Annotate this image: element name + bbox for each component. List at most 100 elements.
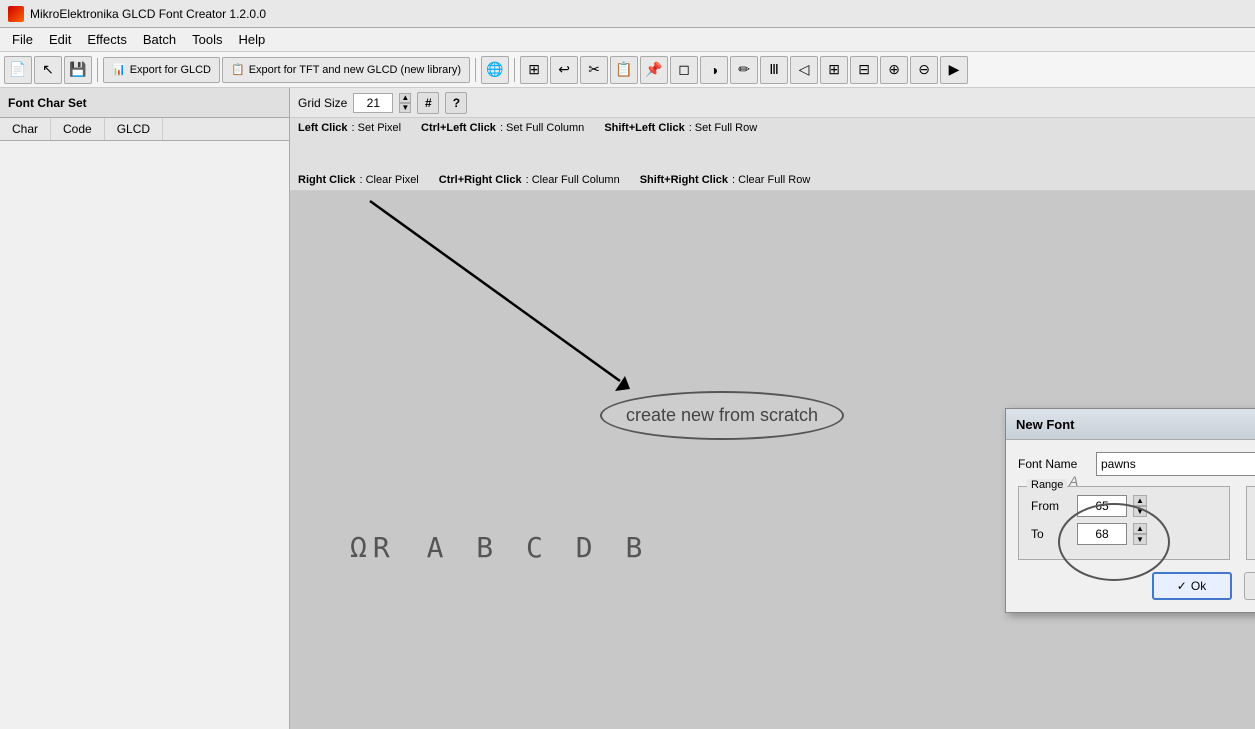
to-input[interactable] [1077, 523, 1127, 545]
shift-right-action: : Clear Full Row [732, 174, 810, 186]
grid-size-label: Grid Size [298, 96, 347, 110]
right-click-action: : Clear Pixel [359, 174, 418, 186]
undo-button[interactable]: ↩ [550, 56, 578, 84]
grid-spin-up[interactable]: ▲ [399, 93, 411, 103]
range-a-label: A [1069, 473, 1078, 489]
tool5-button[interactable]: ⊕ [880, 56, 908, 84]
tab-glcd[interactable]: GLCD [105, 118, 163, 140]
invert-button[interactable]: ◑ [700, 56, 728, 84]
font-size-group: Font Size Width ▲ ▼ Height [1246, 486, 1255, 560]
export-tft-icon: 📋 [231, 63, 245, 76]
char-c: C [526, 531, 549, 564]
right-click-label: Right Click [298, 174, 355, 186]
ok-check-icon: ✓ [1177, 579, 1187, 593]
menu-bar: File Edit Effects Batch Tools Help [0, 28, 1255, 52]
tab-code[interactable]: Code [51, 118, 105, 140]
eraser-button[interactable]: ◻ [670, 56, 698, 84]
save-button[interactable]: 💾 [64, 56, 92, 84]
dialog-title-bar: New Font × [1006, 409, 1255, 440]
cursor-button[interactable]: ↖ [34, 56, 62, 84]
grid-help-button[interactable]: ? [445, 92, 467, 114]
to-spin-down[interactable]: ▼ [1133, 534, 1147, 545]
shift-right-label: Shift+Right Click [640, 174, 728, 186]
export-tft-button[interactable]: 📋 Export for TFT and new GLCD (new libra… [222, 57, 470, 83]
to-spinner[interactable]: ▲ ▼ [1133, 523, 1147, 545]
to-spin-up[interactable]: ▲ [1133, 523, 1147, 534]
shift-left-label: Shift+Left Click [604, 122, 684, 134]
annotation-bubble: create new from scratch [600, 391, 844, 440]
separator-3 [514, 58, 515, 82]
from-row: From ▲ ▼ [1031, 495, 1217, 517]
from-input[interactable] [1077, 495, 1127, 517]
left-click-info: Left Click : Set Pixel [298, 122, 401, 134]
paste-button[interactable]: 📌 [640, 56, 668, 84]
arrow-annotation [290, 191, 690, 491]
to-label: To [1031, 527, 1071, 541]
ctrl-left-label: Ctrl+Left Click [421, 122, 496, 134]
tool2-button[interactable]: ◁ [790, 56, 818, 84]
left-panel: Font Char Set Char Code GLCD [0, 88, 290, 729]
right-panel: Grid Size ▲ ▼ # ? Left Click : Set Pixel… [290, 88, 1255, 729]
web-button[interactable]: 🌐 [481, 56, 509, 84]
dialog-section: Range A From ▲ ▼ To [1018, 486, 1255, 560]
font-name-input[interactable] [1096, 452, 1255, 476]
tool1-button[interactable]: Ⅲ [760, 56, 788, 84]
font-name-label: Font Name [1018, 457, 1088, 471]
char-d2: B [625, 531, 648, 564]
tool7-button[interactable]: ▶ [940, 56, 968, 84]
to-row: To ▲ ▼ [1031, 523, 1217, 545]
from-label: From [1031, 499, 1071, 513]
char-b: B [476, 531, 499, 564]
menu-tools[interactable]: Tools [184, 30, 230, 49]
menu-file[interactable]: File [4, 30, 41, 49]
new-button[interactable]: 📄 [4, 56, 32, 84]
export-glcd-button[interactable]: 📊 Export for GLCD [103, 57, 220, 83]
dialog-title: New Font [1016, 417, 1075, 432]
grid-hash-button[interactable]: # [417, 92, 439, 114]
left-click-action: : Set Pixel [352, 122, 402, 134]
pen-button[interactable]: ✏ [730, 56, 758, 84]
app-icon [8, 6, 24, 22]
tool4-button[interactable]: ⊟ [850, 56, 878, 84]
ok-button[interactable]: ✓ Ok [1152, 572, 1232, 600]
tab-char[interactable]: Char [0, 118, 51, 140]
left-panel-tabs: Char Code GLCD [0, 118, 289, 141]
from-spin-up[interactable]: ▲ [1133, 495, 1147, 506]
ctrl-right-label: Ctrl+Right Click [439, 174, 522, 186]
shift-left-action: : Set Full Row [689, 122, 757, 134]
dialog-buttons: ✓ Ok ✕ Cancel [1018, 572, 1255, 600]
menu-edit[interactable]: Edit [41, 30, 79, 49]
range-label: Range [1027, 479, 1067, 491]
char-d: D [576, 531, 599, 564]
toolbar: 📄 ↖ 💾 📊 Export for GLCD 📋 Export for TFT… [0, 52, 1255, 88]
grid-button[interactable]: ⊞ [520, 56, 548, 84]
annotation-text: create new from scratch [626, 405, 818, 425]
menu-help[interactable]: Help [230, 30, 273, 49]
main-layout: Font Char Set Char Code GLCD Grid Size ▲… [0, 88, 1255, 729]
char-chr: ΩR [350, 531, 396, 564]
grid-size-spinner[interactable]: ▲ ▼ [399, 93, 411, 113]
tool3-button[interactable]: ⊞ [820, 56, 848, 84]
ctrl-left-action: : Set Full Column [500, 122, 584, 134]
menu-effects[interactable]: Effects [79, 30, 135, 49]
from-spinner[interactable]: ▲ ▼ [1133, 495, 1147, 517]
range-group: Range A From ▲ ▼ To [1018, 486, 1230, 560]
ctrl-right-action: : Clear Full Column [526, 174, 620, 186]
left-click-label: Left Click [298, 122, 348, 134]
cancel-button[interactable]: ✕ Cancel [1244, 572, 1255, 600]
grid-bar: Grid Size ▲ ▼ # ? [290, 88, 1255, 118]
cut-button[interactable]: ✂ [580, 56, 608, 84]
ok-label: Ok [1191, 579, 1206, 593]
tool6-button[interactable]: ⊖ [910, 56, 938, 84]
char-a: A [427, 531, 450, 564]
menu-batch[interactable]: Batch [135, 30, 184, 49]
grid-spin-down[interactable]: ▼ [399, 103, 411, 113]
copy-button[interactable]: 📋 [610, 56, 638, 84]
grid-size-input[interactable] [353, 93, 393, 113]
export-glcd-label: Export for GLCD [130, 64, 211, 76]
separator-1 [97, 58, 98, 82]
ctrl-right-info: Ctrl+Right Click : Clear Full Column [439, 174, 620, 186]
from-spin-down[interactable]: ▼ [1133, 506, 1147, 517]
separator-2 [475, 58, 476, 82]
app-title: MikroElektronika GLCD Font Creator 1.2.0… [30, 7, 266, 21]
